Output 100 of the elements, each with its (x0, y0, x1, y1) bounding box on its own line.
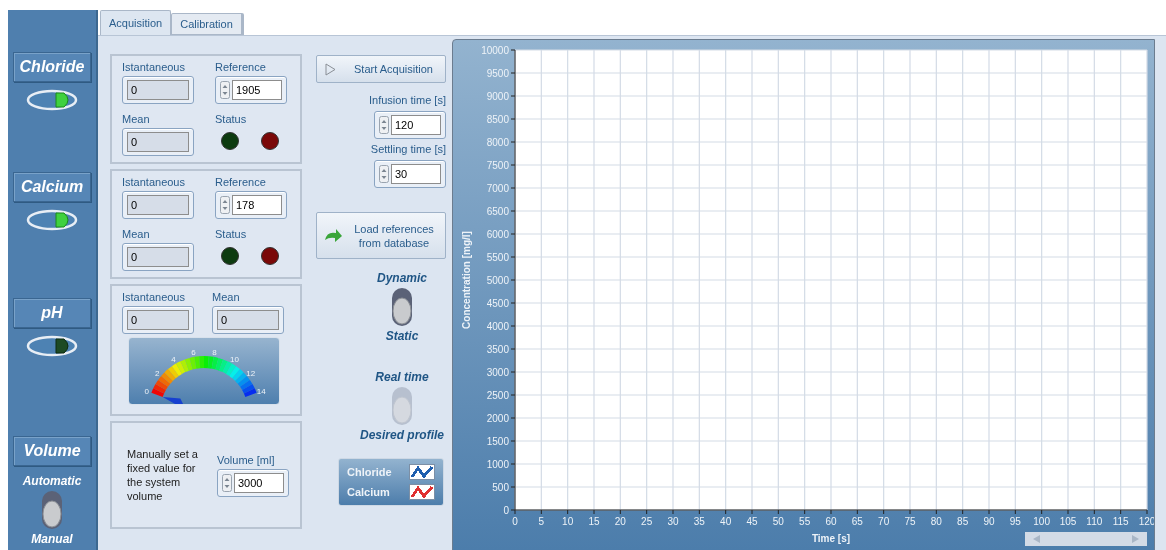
field-label: Status (215, 227, 248, 241)
y-tick-label: 5000 (486, 274, 509, 286)
x-tick-label: 60 (825, 516, 837, 527)
gauge-tick-label: 4 (171, 355, 176, 365)
x-tick-label: 65 (851, 516, 863, 527)
x-axis-title: Time [s] (811, 533, 851, 544)
switch-label: Automatic (22, 473, 82, 490)
x-tick-label: 115 (1112, 516, 1129, 527)
y-tick-label: 2000 (486, 412, 509, 424)
field-label: Reference (215, 60, 267, 74)
section-button[interactable]: Chloride (13, 52, 91, 82)
start-acquisition-button[interactable]: Start Acquisition (316, 55, 446, 83)
x-tick-label: 10 (562, 516, 574, 527)
y-tick-label: 6000 (486, 228, 509, 240)
spinner-icon[interactable] (222, 474, 232, 492)
section-button[interactable]: Volume (13, 436, 91, 466)
field-label: Status (215, 112, 248, 126)
y-tick-label: 1000 (486, 458, 509, 470)
switch-label: Static (385, 328, 419, 345)
gauge-tick-label: 14 (256, 387, 266, 397)
numeric-control[interactable]: 1905 (215, 76, 287, 104)
y-tick-label: 9000 (486, 90, 509, 102)
x-tick-label: 35 (693, 516, 705, 527)
numeric-control[interactable]: 120 (374, 111, 446, 139)
x-tick-label: 75 (904, 516, 916, 527)
spinner-icon[interactable] (379, 165, 389, 183)
toggle-switch[interactable] (391, 287, 413, 327)
gauge-tick-label: 6 (191, 347, 196, 357)
y-tick-label: 10000 (481, 44, 509, 56)
tab[interactable]: Acquisition (100, 10, 172, 35)
numeric-indicator: 0 (122, 76, 194, 104)
gauge-tick-label: 10 (230, 355, 239, 365)
field-label: Infusion time [s] (368, 93, 446, 107)
x-tick-label: 105 (1059, 516, 1077, 527)
x-tick-label: 90 (983, 516, 995, 527)
volume-description: Manually set a fixed value for the system volume (127, 447, 199, 503)
numeric-control[interactable]: 3000 (217, 469, 289, 497)
switch-label: Real time (375, 369, 429, 386)
y-tick-label: 9500 (486, 67, 509, 79)
x-tick-label: 5 (538, 516, 545, 527)
y-tick-label: 6500 (486, 205, 509, 217)
x-tick-label: 50 (772, 516, 784, 527)
x-tick-label: 85 (957, 516, 969, 527)
y-tick-label: 3500 (486, 343, 509, 355)
section-button[interactable]: pH (13, 298, 91, 328)
x-tick-label: 110 (1086, 516, 1103, 527)
spinner-icon[interactable] (379, 116, 389, 134)
x-tick-label: 15 (588, 516, 600, 527)
numeric-indicator: 0 (122, 243, 194, 271)
y-tick-label: 2500 (486, 389, 509, 401)
spinner-icon[interactable] (220, 81, 230, 99)
play-icon (325, 62, 336, 76)
legend-label: Chloride (347, 465, 392, 480)
numeric-indicator: 0 (212, 306, 284, 334)
field-label: Istantaneous (122, 175, 186, 189)
x-tick-label: 30 (667, 516, 679, 527)
y-tick-label: 4000 (486, 320, 509, 332)
y-tick-label: 5500 (486, 251, 509, 263)
gauge-tick-label: 12 (246, 368, 256, 378)
curved-arrow-icon (323, 227, 343, 244)
y-tick-label: 0 (503, 504, 509, 516)
field-label: Reference (215, 175, 267, 189)
y-tick-label: 7500 (486, 159, 509, 171)
spinner-icon[interactable] (220, 196, 230, 214)
numeric-control[interactable]: 178 (215, 191, 287, 219)
toggle-switch[interactable] (41, 490, 63, 530)
field-label: Istantaneous (122, 290, 186, 304)
y-tick-label: 3000 (486, 366, 509, 378)
field-label: Settling time [s] (370, 142, 446, 156)
y-tick-label: 500 (492, 481, 509, 493)
numeric-indicator: 0 (122, 306, 194, 334)
x-tick-label: 80 (930, 516, 942, 527)
numeric-indicator: 0 (122, 191, 194, 219)
section-button[interactable]: Calcium (13, 172, 91, 202)
gauge-tick-label: 8 (212, 347, 217, 357)
horizontal-scrollbar[interactable] (1025, 532, 1147, 546)
switch-label: Manual (31, 531, 73, 548)
numeric-control[interactable]: 30 (374, 160, 446, 188)
x-tick-label: 95 (1009, 516, 1021, 527)
x-tick-label: 20 (614, 516, 626, 527)
x-tick-label: 0 (512, 516, 518, 527)
field-label: Mean (212, 290, 241, 304)
x-tick-label: 45 (746, 516, 758, 527)
field-label: Mean (122, 227, 151, 241)
x-tick-label: 55 (799, 516, 811, 527)
x-tick-label: 25 (641, 516, 653, 527)
x-tick-label: 100 (1033, 516, 1050, 527)
field-label: Mean (122, 112, 151, 126)
y-axis-title: Concentration [mg/l] (461, 231, 472, 329)
load-references-button[interactable]: Load references from database (316, 212, 446, 259)
field-label: Volume [ml] (217, 453, 276, 467)
y-tick-label: 8000 (486, 136, 509, 148)
legend-label: Calcium (347, 484, 390, 500)
gauge-tick-label: 0 (144, 387, 149, 397)
y-tick-label: 4500 (486, 297, 509, 309)
tab[interactable]: Calibration (171, 13, 244, 35)
numeric-indicator: 0 (122, 128, 194, 156)
led-indicator[interactable] (26, 335, 78, 357)
switch-label: Dynamic (376, 270, 427, 287)
y-tick-label: 1500 (486, 435, 509, 447)
